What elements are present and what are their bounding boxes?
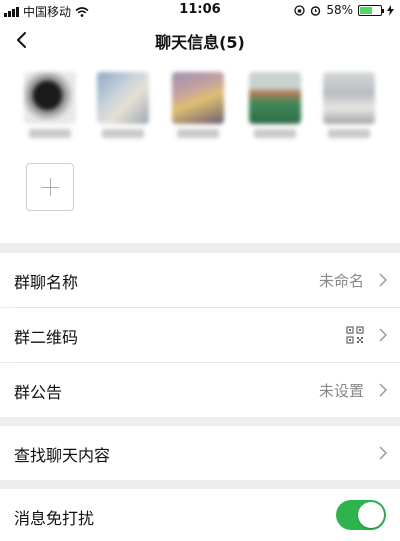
- avatar: [97, 72, 149, 124]
- group-name-value: 未命名: [318, 272, 364, 290]
- member-name: [177, 129, 219, 138]
- group-announcement-row[interactable]: 群公告 未设置: [0, 363, 400, 417]
- battery-fill: [360, 6, 372, 14]
- group-qr-row[interactable]: 群二维码: [0, 308, 400, 362]
- group-name-row[interactable]: 群聊名称 未命名: [0, 253, 400, 307]
- add-member-button[interactable]: [26, 163, 74, 211]
- charging-icon: [387, 4, 394, 16]
- announcement-label: 群公告: [14, 383, 63, 402]
- member-item[interactable]: [323, 72, 379, 138]
- chevron-right-icon: [379, 273, 388, 287]
- alarm-icon: [311, 5, 321, 16]
- nav-bar: 聊天信息(5): [0, 20, 400, 60]
- status-right: 58%: [294, 3, 394, 17]
- mute-label: 消息免打扰: [14, 509, 95, 528]
- member-name: [102, 129, 144, 138]
- announcement-value: 未设置: [318, 382, 364, 400]
- battery-icon: [358, 4, 384, 16]
- status-bar: 中国移动 11:06 58%: [0, 0, 400, 20]
- group-qr-label: 群二维码: [14, 328, 79, 347]
- group-name-label: 群聊名称: [14, 273, 79, 292]
- avatar: [249, 72, 301, 124]
- avatar: [323, 72, 375, 124]
- chevron-right-icon: [379, 383, 388, 397]
- mute-notifications-row: 消息免打扰: [0, 489, 400, 541]
- battery-percent: 58%: [326, 3, 353, 17]
- member-name: [328, 129, 370, 138]
- search-chat-row[interactable]: 查找聊天内容: [0, 426, 400, 480]
- member-grid: [0, 60, 400, 243]
- qr-code-icon: [346, 326, 364, 344]
- member-item[interactable]: [172, 72, 228, 138]
- toggle-knob: [358, 502, 384, 528]
- member-item[interactable]: [24, 72, 80, 138]
- member-name: [254, 129, 296, 138]
- mute-toggle[interactable]: [336, 500, 386, 530]
- member-item[interactable]: [97, 72, 153, 138]
- chevron-right-icon: [379, 446, 388, 460]
- orientation-lock-icon: [294, 4, 305, 16]
- chevron-right-icon: [379, 328, 388, 342]
- page-title: 聊天信息(5): [155, 33, 245, 52]
- avatar: [24, 72, 76, 124]
- member-item[interactable]: [249, 72, 305, 138]
- member-name: [29, 129, 71, 138]
- search-chat-label: 查找聊天内容: [14, 446, 111, 465]
- avatar: [172, 72, 224, 124]
